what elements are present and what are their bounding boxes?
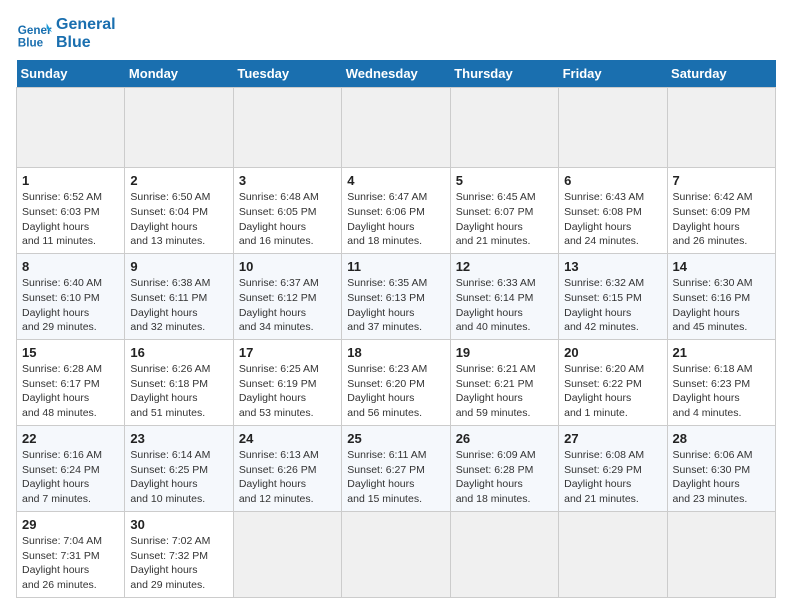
- calendar-cell: 14Sunrise: 6:30 AMSunset: 6:16 PMDayligh…: [667, 253, 775, 339]
- day-number: 2: [130, 172, 227, 190]
- dow-header: Monday: [125, 60, 233, 88]
- calendar-cell: 13Sunrise: 6:32 AMSunset: 6:15 PMDayligh…: [559, 253, 667, 339]
- day-number: 5: [456, 172, 553, 190]
- calendar-cell: 10Sunrise: 6:37 AMSunset: 6:12 PMDayligh…: [233, 253, 341, 339]
- day-number: 9: [130, 258, 227, 276]
- calendar-cell: 19Sunrise: 6:21 AMSunset: 6:21 PMDayligh…: [450, 339, 558, 425]
- calendar-cell: 26Sunrise: 6:09 AMSunset: 6:28 PMDayligh…: [450, 425, 558, 511]
- day-number: 25: [347, 430, 444, 448]
- calendar-cell: 16Sunrise: 6:26 AMSunset: 6:18 PMDayligh…: [125, 339, 233, 425]
- dow-header: Saturday: [667, 60, 775, 88]
- day-number: 11: [347, 258, 444, 276]
- calendar-cell: 17Sunrise: 6:25 AMSunset: 6:19 PMDayligh…: [233, 339, 341, 425]
- calendar-cell: 8Sunrise: 6:40 AMSunset: 6:10 PMDaylight…: [17, 253, 125, 339]
- logo-general: General: [56, 16, 116, 34]
- calendar-cell: 30Sunrise: 7:02 AMSunset: 7:32 PMDayligh…: [125, 511, 233, 597]
- day-number: 28: [673, 430, 770, 448]
- dow-header: Wednesday: [342, 60, 450, 88]
- calendar-cell: 22Sunrise: 6:16 AMSunset: 6:24 PMDayligh…: [17, 425, 125, 511]
- day-number: 21: [673, 344, 770, 362]
- day-number: 22: [22, 430, 119, 448]
- day-number: 20: [564, 344, 661, 362]
- calendar-cell: 6Sunrise: 6:43 AMSunset: 6:08 PMDaylight…: [559, 168, 667, 254]
- day-number: 15: [22, 344, 119, 362]
- calendar-cell: [342, 511, 450, 597]
- calendar-cell: [233, 511, 341, 597]
- day-number: 3: [239, 172, 336, 190]
- day-number: 4: [347, 172, 444, 190]
- day-number: 12: [456, 258, 553, 276]
- calendar-cell: [450, 511, 558, 597]
- calendar-cell: [342, 88, 450, 168]
- calendar-cell: 21Sunrise: 6:18 AMSunset: 6:23 PMDayligh…: [667, 339, 775, 425]
- day-number: 8: [22, 258, 119, 276]
- logo: General Blue General Blue: [16, 16, 116, 52]
- calendar-cell: 3Sunrise: 6:48 AMSunset: 6:05 PMDaylight…: [233, 168, 341, 254]
- day-number: 7: [673, 172, 770, 190]
- calendar-cell: 12Sunrise: 6:33 AMSunset: 6:14 PMDayligh…: [450, 253, 558, 339]
- calendar-cell: [233, 88, 341, 168]
- calendar-cell: 23Sunrise: 6:14 AMSunset: 6:25 PMDayligh…: [125, 425, 233, 511]
- day-number: 18: [347, 344, 444, 362]
- calendar-cell: 9Sunrise: 6:38 AMSunset: 6:11 PMDaylight…: [125, 253, 233, 339]
- day-number: 19: [456, 344, 553, 362]
- calendar-cell: 29Sunrise: 7:04 AMSunset: 7:31 PMDayligh…: [17, 511, 125, 597]
- logo-icon: General Blue: [16, 16, 52, 52]
- calendar-cell: [559, 88, 667, 168]
- calendar-cell: 24Sunrise: 6:13 AMSunset: 6:26 PMDayligh…: [233, 425, 341, 511]
- calendar-cell: 15Sunrise: 6:28 AMSunset: 6:17 PMDayligh…: [17, 339, 125, 425]
- day-number: 6: [564, 172, 661, 190]
- day-number: 23: [130, 430, 227, 448]
- calendar-cell: [559, 511, 667, 597]
- day-number: 10: [239, 258, 336, 276]
- dow-header: Friday: [559, 60, 667, 88]
- day-number: 26: [456, 430, 553, 448]
- calendar-cell: 28Sunrise: 6:06 AMSunset: 6:30 PMDayligh…: [667, 425, 775, 511]
- calendar-cell: 4Sunrise: 6:47 AMSunset: 6:06 PMDaylight…: [342, 168, 450, 254]
- calendar-cell: [125, 88, 233, 168]
- calendar-cell: 27Sunrise: 6:08 AMSunset: 6:29 PMDayligh…: [559, 425, 667, 511]
- dow-header: Sunday: [17, 60, 125, 88]
- calendar-cell: 18Sunrise: 6:23 AMSunset: 6:20 PMDayligh…: [342, 339, 450, 425]
- calendar-table: SundayMondayTuesdayWednesdayThursdayFrid…: [16, 60, 776, 598]
- page-header: General Blue General Blue: [16, 16, 776, 52]
- svg-text:Blue: Blue: [18, 37, 44, 50]
- day-number: 29: [22, 516, 119, 534]
- day-number: 14: [673, 258, 770, 276]
- calendar-cell: 11Sunrise: 6:35 AMSunset: 6:13 PMDayligh…: [342, 253, 450, 339]
- calendar-cell: 20Sunrise: 6:20 AMSunset: 6:22 PMDayligh…: [559, 339, 667, 425]
- calendar-cell: [450, 88, 558, 168]
- calendar-cell: [667, 511, 775, 597]
- calendar-cell: [17, 88, 125, 168]
- logo-blue: Blue: [56, 34, 116, 52]
- day-number: 13: [564, 258, 661, 276]
- day-number: 1: [22, 172, 119, 190]
- calendar-cell: 2Sunrise: 6:50 AMSunset: 6:04 PMDaylight…: [125, 168, 233, 254]
- calendar-cell: [667, 88, 775, 168]
- dow-header: Thursday: [450, 60, 558, 88]
- day-number: 27: [564, 430, 661, 448]
- day-number: 24: [239, 430, 336, 448]
- calendar-cell: 7Sunrise: 6:42 AMSunset: 6:09 PMDaylight…: [667, 168, 775, 254]
- day-number: 16: [130, 344, 227, 362]
- calendar-cell: 5Sunrise: 6:45 AMSunset: 6:07 PMDaylight…: [450, 168, 558, 254]
- dow-header: Tuesday: [233, 60, 341, 88]
- calendar-cell: 25Sunrise: 6:11 AMSunset: 6:27 PMDayligh…: [342, 425, 450, 511]
- day-number: 17: [239, 344, 336, 362]
- calendar-cell: 1Sunrise: 6:52 AMSunset: 6:03 PMDaylight…: [17, 168, 125, 254]
- day-number: 30: [130, 516, 227, 534]
